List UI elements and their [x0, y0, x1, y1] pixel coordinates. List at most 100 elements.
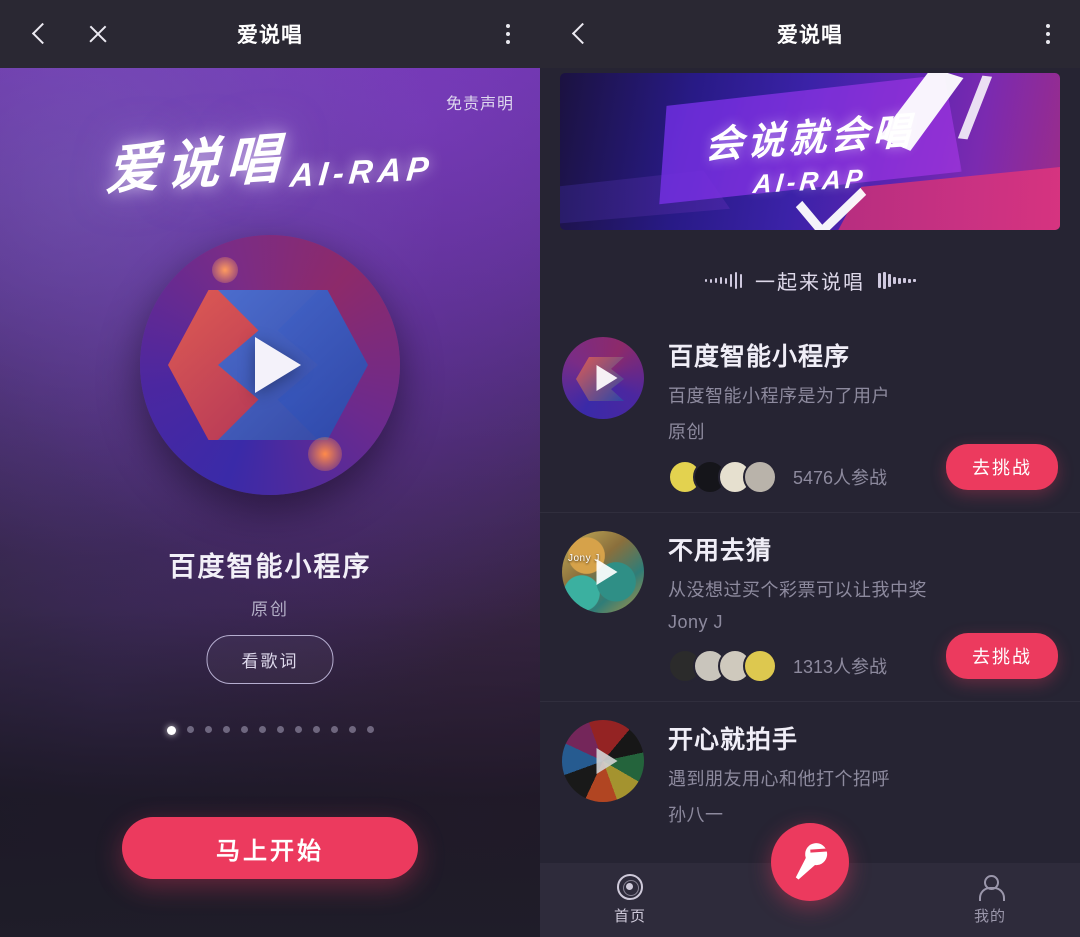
brand-logo: 爱说唱 AI-RAP	[0, 120, 540, 202]
wave-bar	[888, 274, 891, 287]
wave-bar	[898, 277, 901, 284]
wave-bar	[714, 278, 717, 283]
view-lyrics-button[interactable]: 看歌词	[206, 635, 334, 684]
song-title: 开心就拍手	[668, 726, 799, 754]
wave-bar	[913, 279, 916, 282]
wave-bar	[704, 279, 707, 282]
disc-glow	[308, 437, 342, 471]
left-content: 免责声明 爱说唱 AI-RAP 百度智能小程序 原创 看歌词 马上开始	[0, 68, 540, 937]
close-icon[interactable]	[84, 20, 112, 48]
song-title: 百度智能小程序	[668, 343, 851, 371]
dot	[1046, 40, 1050, 44]
song-author: Jony J	[668, 612, 724, 632]
list-item[interactable]: Jony J 不用去猜 从没想过买个彩票可以让我中奖 Jony J 1313人参…	[540, 512, 1080, 701]
left-screen: 爱说唱 免责声明 爱说唱 AI-RAP 百度智能小程序 原创 看歌词 马上开始	[0, 0, 540, 937]
pagination-dot[interactable]	[222, 726, 230, 733]
pagination-dot[interactable]	[186, 726, 194, 733]
song-cover[interactable]: Jony J	[562, 531, 644, 613]
pagination-dot[interactable]	[348, 726, 356, 733]
wave-bar	[734, 272, 737, 289]
dot	[506, 32, 510, 36]
avatar	[743, 649, 777, 683]
pagination-dot[interactable]	[204, 726, 212, 733]
chevron-left-icon[interactable]	[566, 20, 594, 48]
record-fab-button[interactable]	[771, 823, 849, 901]
banner-title-en: AI-RAP	[752, 162, 869, 199]
song-meta: 开心就拍手 遇到朋友用心和他打个招呼 孙八一	[644, 718, 1058, 827]
avatar	[743, 460, 777, 494]
tab-mine[interactable]: 我的	[900, 874, 1080, 926]
play-icon[interactable]	[255, 337, 301, 393]
left-topbar-nav	[0, 20, 112, 48]
wave-bar	[893, 277, 896, 284]
play-icon[interactable]	[596, 559, 618, 585]
right-screen: 爱说唱 会说就会唱 AI-RAP 一起来说唱 百度智能小程序 百度智能小程序是为…	[540, 0, 1080, 937]
wave-bar	[903, 278, 906, 283]
promo-banner[interactable]: 会说就会唱 AI-RAP	[560, 73, 1060, 230]
wave-bar	[883, 272, 886, 289]
pagination-dot[interactable]	[366, 726, 374, 733]
album-art[interactable]	[140, 235, 400, 495]
wave-bar	[724, 277, 727, 284]
participant-count: 5476人参战	[793, 468, 888, 488]
start-button[interactable]: 马上开始	[122, 817, 418, 879]
song-author: 原创	[668, 422, 705, 442]
challenge-button[interactable]: 去挑战	[946, 444, 1058, 490]
play-icon[interactable]	[596, 748, 618, 774]
disc-glow	[212, 257, 238, 283]
pagination-dot[interactable]	[330, 726, 338, 733]
pagination-dot[interactable]	[166, 726, 176, 735]
more-vertical-icon[interactable]	[1046, 24, 1050, 44]
song-title: 百度智能小程序	[168, 552, 372, 582]
brand-title-cn: 爱说唱	[104, 128, 287, 202]
song-cover[interactable]	[562, 337, 644, 419]
play-icon[interactable]	[596, 365, 618, 391]
right-topbar-nav	[540, 20, 594, 48]
disc-icon	[617, 874, 643, 900]
wave-bar	[729, 274, 732, 287]
waveform-icon	[704, 271, 742, 291]
pagination-dot[interactable]	[276, 726, 284, 733]
tab-mine-label: 我的	[973, 908, 1006, 925]
wave-bar	[719, 277, 722, 284]
dot	[506, 40, 510, 44]
participant-count: 1313人参战	[793, 657, 888, 677]
song-list: 百度智能小程序 百度智能小程序是为了用户 原创 5476人参战 去挑战 Jony…	[540, 319, 1080, 845]
carousel-pagination[interactable]	[0, 726, 540, 735]
wave-bar	[709, 278, 712, 283]
user-icon	[977, 874, 1005, 901]
avatar-stack	[668, 649, 777, 683]
brand-title-en: AI-RAP	[288, 149, 436, 194]
cover-tag: Jony J	[568, 553, 600, 564]
song-subtitle: 百度智能小程序是为了用户	[668, 386, 890, 406]
wave-bar	[878, 273, 881, 288]
more-vertical-icon[interactable]	[506, 24, 510, 44]
microphone-icon	[788, 838, 832, 886]
song-cover[interactable]	[562, 720, 644, 802]
banner-title-cn: 会说就会唱	[704, 110, 916, 167]
waveform-icon	[878, 271, 916, 291]
song-author: 孙八一	[668, 805, 724, 825]
pagination-dot[interactable]	[294, 726, 302, 733]
song-title: 不用去猜	[668, 537, 773, 565]
song-author: 原创	[251, 600, 289, 619]
chevron-left-icon[interactable]	[26, 20, 54, 48]
dot	[506, 24, 510, 28]
section-label: 一起来说唱	[755, 272, 865, 294]
song-subtitle: 遇到朋友用心和他打个招呼	[668, 769, 890, 789]
dual-screenshot: 爱说唱 免责声明 爱说唱 AI-RAP 百度智能小程序 原创 看歌词 马上开始 …	[0, 0, 1080, 937]
right-page-title: 爱说唱	[777, 24, 843, 47]
pagination-dot[interactable]	[258, 726, 266, 733]
tab-home-label: 首页	[613, 908, 646, 925]
dot	[1046, 32, 1050, 36]
list-item[interactable]: 百度智能小程序 百度智能小程序是为了用户 原创 5476人参战 去挑战	[540, 319, 1080, 512]
right-topbar: 爱说唱	[540, 0, 1080, 68]
dot	[1046, 24, 1050, 28]
tab-home[interactable]: 首页	[540, 874, 720, 926]
banner-text: 会说就会唱 AI-RAP	[560, 73, 1060, 230]
pagination-dot[interactable]	[240, 726, 248, 733]
wave-bar	[908, 278, 911, 283]
challenge-button[interactable]: 去挑战	[946, 633, 1058, 679]
disclaimer-link[interactable]: 免责声明	[446, 90, 514, 114]
pagination-dot[interactable]	[312, 726, 320, 733]
